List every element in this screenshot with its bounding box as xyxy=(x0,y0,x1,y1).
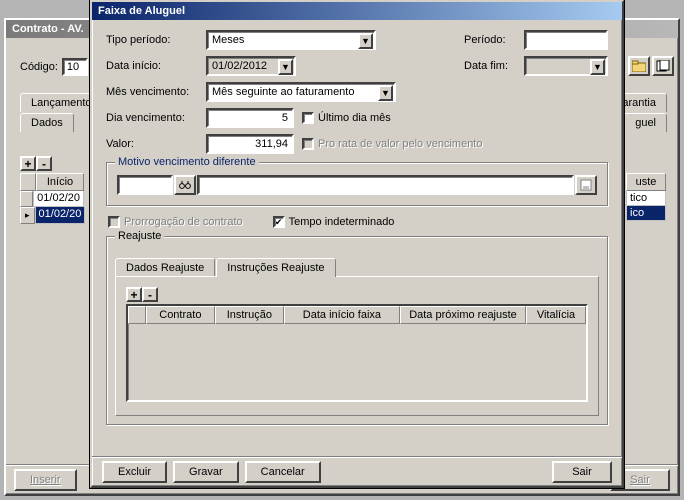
legend-motivo: Motivo vencimento diferente xyxy=(115,156,259,168)
grid-add-button[interactable]: + xyxy=(126,287,142,302)
field-dia-vencimento[interactable]: 5 xyxy=(206,108,294,128)
codigo-field[interactable]: 10 xyxy=(62,58,88,76)
legend-reajuste: Reajuste xyxy=(115,230,164,242)
front-titlebar: Faixa de Aluguel xyxy=(92,2,622,20)
pages-icon[interactable] xyxy=(652,56,674,76)
field-periodo xyxy=(524,30,608,50)
chk-tempo-indeterminado[interactable]: ✔ Tempo indeterminado xyxy=(273,216,395,228)
tab-guel[interactable]: guel xyxy=(625,113,667,132)
checkbox-icon[interactable] xyxy=(302,112,314,124)
dialog-faixa-aluguel: Faixa de Aluguel Tipo período: Meses ▼ P… xyxy=(90,0,624,488)
back-side-header: uste xyxy=(626,173,666,191)
front-title: Faixa de Aluguel xyxy=(98,5,185,17)
reajuste-panel: + - Contrato Instrução Data início faixa… xyxy=(115,276,599,416)
lbl-dia-venc: Dia vencimento: xyxy=(106,112,206,124)
back-grid-row-selected[interactable]: 01/02/20 xyxy=(35,207,86,224)
grid-corner xyxy=(128,306,146,324)
back-side-row-selected[interactable]: ico xyxy=(626,206,666,221)
back-tab-row2: Dados xyxy=(20,112,75,131)
back-grid-add-button[interactable]: + xyxy=(20,156,36,171)
chevron-down-icon: ▼ xyxy=(590,59,605,75)
motivo-code-field[interactable] xyxy=(117,175,173,195)
motivo-text-field[interactable] xyxy=(197,175,574,195)
chevron-down-icon[interactable]: ▼ xyxy=(378,85,393,101)
col-data-prox[interactable]: Data próximo reajuste xyxy=(400,306,526,324)
checkbox-checked-icon[interactable]: ✔ xyxy=(273,216,285,228)
row-indicator-icon xyxy=(20,191,33,207)
chk-pro-rata: Pro rata de valor pelo vencimento xyxy=(302,138,482,150)
tab-dados[interactable]: Dados xyxy=(20,113,74,132)
back-grid-header: Início xyxy=(36,173,84,191)
lbl-valor: Valor: xyxy=(106,138,206,150)
gravar-button[interactable]: Gravar xyxy=(173,461,239,483)
fieldset-motivo: Motivo vencimento diferente xyxy=(106,162,608,206)
back-grid-row[interactable]: 01/02/20 xyxy=(33,191,84,207)
lbl-data-inicio: Data início: xyxy=(106,60,206,72)
reajuste-grid: Contrato Instrução Data início faixa Dat… xyxy=(126,304,588,402)
motivo-action-icon[interactable] xyxy=(575,175,597,195)
col-contrato[interactable]: Contrato xyxy=(146,306,215,324)
col-instrucao[interactable]: Instrução xyxy=(215,306,284,324)
chk-prorrogacao: Prorrogação de contrato xyxy=(108,216,243,228)
tab-instrucoes-reajuste[interactable]: Instruções Reajuste xyxy=(216,258,335,277)
sair-button[interactable]: Sair xyxy=(552,461,612,483)
cancelar-button[interactable]: Cancelar xyxy=(245,461,321,483)
combo-data-fim: ▼ xyxy=(524,56,608,76)
col-vitalicia[interactable]: Vitalícia xyxy=(526,306,586,324)
lbl-data-fim: Data fim: xyxy=(464,60,520,72)
folder-icon[interactable] xyxy=(628,56,650,76)
combo-mes-vencimento[interactable]: Mês seguinte ao faturamento ▼ xyxy=(206,82,396,102)
checkbox-icon xyxy=(302,138,314,150)
front-bottom-bar: Excluir Gravar Cancelar Sair xyxy=(92,456,622,486)
fieldset-reajuste: Reajuste Dados Reajuste Instruções Reaju… xyxy=(106,236,608,425)
combo-data-inicio: 01/02/2012 ▼ xyxy=(206,56,296,76)
inserir-button[interactable]: Inserir xyxy=(14,469,77,491)
lbl-periodo: Período: xyxy=(464,34,520,46)
back-side-row[interactable]: tico xyxy=(626,191,666,206)
col-data-inicio-faixa[interactable]: Data início faixa xyxy=(284,306,400,324)
codigo-label: Código: xyxy=(20,61,58,73)
grid-remove-button[interactable]: - xyxy=(142,287,158,302)
row-indicator-icon: ▸ xyxy=(20,207,35,224)
chevron-down-icon[interactable]: ▼ xyxy=(358,33,373,49)
binoculars-icon[interactable] xyxy=(174,175,196,195)
lbl-tipo-periodo: Tipo período: xyxy=(106,34,206,46)
field-valor[interactable]: 311,94 xyxy=(206,134,294,154)
chk-ultimo-dia[interactable]: Último dia mês xyxy=(302,112,391,124)
back-title: Contrato - AV. xyxy=(12,23,84,35)
lbl-mes-venc: Mês vencimento: xyxy=(106,86,206,98)
chevron-down-icon: ▼ xyxy=(278,59,293,75)
checkbox-icon xyxy=(108,216,120,228)
back-right-tab2: guel xyxy=(625,112,668,131)
combo-tipo-periodo[interactable]: Meses ▼ xyxy=(206,30,376,50)
back-grid-remove-button[interactable]: - xyxy=(36,156,52,171)
excluir-button[interactable]: Excluir xyxy=(102,461,167,483)
tab-dados-reajuste[interactable]: Dados Reajuste xyxy=(115,258,215,277)
